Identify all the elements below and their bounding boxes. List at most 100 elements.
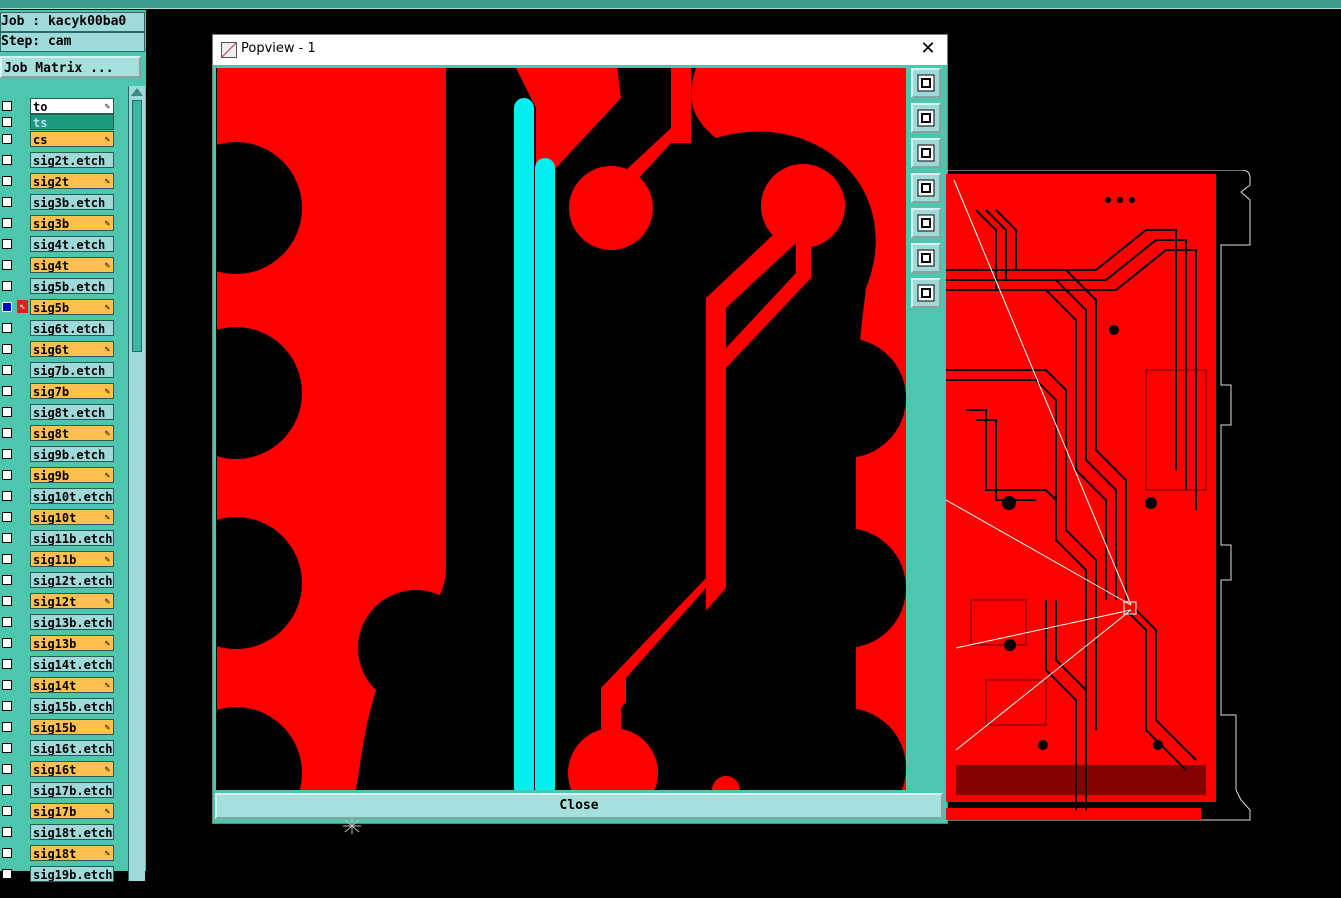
layer-row[interactable]: sig12t.etch bbox=[0, 572, 128, 589]
layer-checkbox[interactable] bbox=[2, 596, 12, 606]
layer-checkbox[interactable] bbox=[2, 101, 12, 111]
layer-row[interactable]: sig16t ✎ bbox=[0, 761, 128, 778]
layer-row[interactable]: sig9b.etch bbox=[0, 446, 128, 463]
layer-name[interactable]: sig11b ✎ bbox=[30, 551, 114, 567]
zoom-home-button[interactable] bbox=[911, 278, 941, 308]
layer-checkbox[interactable] bbox=[2, 407, 12, 417]
layer-row[interactable]: sig11b.etch bbox=[0, 530, 128, 547]
layer-name[interactable]: cs ✎ bbox=[30, 131, 114, 147]
layer-name[interactable]: sig17b ✎ bbox=[30, 803, 114, 819]
close-button[interactable]: Close bbox=[215, 793, 943, 819]
layer-checkbox[interactable] bbox=[2, 218, 12, 228]
layer-name[interactable]: sig5b ✎ bbox=[30, 299, 114, 315]
layer-name[interactable]: sig18t.etch bbox=[30, 824, 114, 840]
pan-right-button[interactable] bbox=[911, 208, 941, 238]
layer-name[interactable]: sig7b ✎ bbox=[30, 383, 114, 399]
layer-name[interactable]: sig4t.etch bbox=[30, 236, 114, 252]
layer-row[interactable]: sig17b.etch bbox=[0, 782, 128, 799]
pan-down-button[interactable] bbox=[911, 138, 941, 168]
layer-checkbox[interactable] bbox=[2, 827, 12, 837]
layer-row[interactable]: sig17b ✎ bbox=[0, 803, 128, 820]
layer-row[interactable]: sig15b.etch bbox=[0, 698, 128, 715]
layer-checkbox[interactable] bbox=[2, 281, 12, 291]
layer-checkbox[interactable] bbox=[2, 449, 12, 459]
layer-row[interactable]: sig10t ✎ bbox=[0, 509, 128, 526]
layer-checkbox[interactable] bbox=[2, 386, 12, 396]
layer-name[interactable]: sig10t ✎ bbox=[30, 509, 114, 525]
layer-name[interactable]: sig9b.etch bbox=[30, 446, 114, 462]
layer-row[interactable]: sig15b ✎ bbox=[0, 719, 128, 736]
layer-scrollbar[interactable] bbox=[128, 86, 145, 881]
layer-row[interactable]: sig14t.etch bbox=[0, 656, 128, 673]
layer-row[interactable]: sig19b.etch bbox=[0, 866, 128, 883]
layer-name[interactable]: sig12t.etch bbox=[30, 572, 114, 588]
layer-checkbox[interactable] bbox=[2, 680, 12, 690]
layer-row[interactable]: sig18t.etch bbox=[0, 824, 128, 841]
zoom-window-button[interactable] bbox=[911, 68, 941, 98]
layer-checkbox[interactable] bbox=[2, 302, 12, 312]
layer-row[interactable]: cs ✎ bbox=[0, 131, 128, 148]
layer-row[interactable]: sig14t ✎ bbox=[0, 677, 128, 694]
layer-checkbox[interactable] bbox=[2, 806, 12, 816]
layer-row[interactable]: sig18t ✎ bbox=[0, 845, 128, 862]
scroll-up-icon[interactable] bbox=[131, 88, 143, 96]
layer-row[interactable]: sig4t ✎ bbox=[0, 257, 128, 274]
fit-screen-button[interactable] bbox=[911, 243, 941, 273]
layer-name[interactable]: sig6t.etch bbox=[30, 320, 114, 336]
layer-row[interactable]: ↖ sig5b ✎ bbox=[0, 299, 128, 316]
layer-checkbox[interactable] bbox=[2, 134, 12, 144]
layer-row[interactable]: sig2t ✎ bbox=[0, 173, 128, 190]
layer-checkbox[interactable] bbox=[2, 428, 12, 438]
board-overview[interactable] bbox=[945, 169, 1256, 825]
layer-row[interactable]: sig16t.etch bbox=[0, 740, 128, 757]
layer-row[interactable]: sig7b ✎ bbox=[0, 383, 128, 400]
layer-name[interactable]: sig16t ✎ bbox=[30, 761, 114, 777]
layer-checkbox[interactable] bbox=[2, 554, 12, 564]
layer-row[interactable]: to ✎ bbox=[0, 98, 128, 115]
layer-row[interactable]: sig8t.etch bbox=[0, 404, 128, 421]
layer-name[interactable]: sig11b.etch bbox=[30, 530, 114, 546]
layer-row[interactable]: sig13b.etch bbox=[0, 614, 128, 631]
layer-row[interactable]: ts bbox=[0, 114, 128, 131]
layer-row[interactable]: sig3b.etch bbox=[0, 194, 128, 211]
scroll-thumb[interactable] bbox=[132, 100, 142, 352]
layer-name[interactable]: sig3b ✎ bbox=[30, 215, 114, 231]
layer-name[interactable]: sig8t.etch bbox=[30, 404, 114, 420]
layer-name[interactable]: sig6t ✎ bbox=[30, 341, 114, 357]
layer-checkbox[interactable] bbox=[2, 743, 12, 753]
layer-name[interactable]: sig18t ✎ bbox=[30, 845, 114, 861]
layer-name[interactable]: sig14t.etch bbox=[30, 656, 114, 672]
layer-checkbox[interactable] bbox=[2, 323, 12, 333]
close-icon[interactable]: ✕ bbox=[917, 38, 939, 60]
layer-name[interactable]: sig12t ✎ bbox=[30, 593, 114, 609]
layer-name[interactable]: ts bbox=[30, 114, 114, 130]
layer-row[interactable]: sig6t ✎ bbox=[0, 341, 128, 358]
layer-row[interactable]: sig7b.etch bbox=[0, 362, 128, 379]
layer-name[interactable]: sig2t ✎ bbox=[30, 173, 114, 189]
layer-checkbox[interactable] bbox=[2, 365, 12, 375]
layer-checkbox[interactable] bbox=[2, 764, 12, 774]
layer-name[interactable]: sig14t ✎ bbox=[30, 677, 114, 693]
layer-name[interactable]: sig17b.etch bbox=[30, 782, 114, 798]
layer-name[interactable]: sig13b.etch bbox=[30, 614, 114, 630]
layer-checkbox[interactable] bbox=[2, 260, 12, 270]
layer-row[interactable]: sig12t ✎ bbox=[0, 593, 128, 610]
layer-name[interactable]: sig5b.etch bbox=[30, 278, 114, 294]
layer-checkbox[interactable] bbox=[2, 344, 12, 354]
layer-row[interactable]: sig8t ✎ bbox=[0, 425, 128, 442]
layer-row[interactable]: sig6t.etch bbox=[0, 320, 128, 337]
layer-checkbox[interactable] bbox=[2, 785, 12, 795]
layer-row[interactable]: sig2t.etch bbox=[0, 152, 128, 169]
layer-name[interactable]: sig2t.etch bbox=[30, 152, 114, 168]
layer-row[interactable]: sig10t.etch bbox=[0, 488, 128, 505]
layer-checkbox[interactable] bbox=[2, 638, 12, 648]
layer-row[interactable]: sig11b ✎ bbox=[0, 551, 128, 568]
layer-checkbox[interactable] bbox=[2, 659, 12, 669]
layer-name[interactable]: sig15b.etch bbox=[30, 698, 114, 714]
layer-checkbox[interactable] bbox=[2, 722, 12, 732]
layer-name[interactable]: sig10t.etch bbox=[30, 488, 114, 504]
layer-name[interactable]: sig15b ✎ bbox=[30, 719, 114, 735]
layer-checkbox[interactable] bbox=[2, 239, 12, 249]
job-matrix-button[interactable]: Job Matrix ... bbox=[0, 56, 141, 78]
layer-checkbox[interactable] bbox=[2, 848, 12, 858]
